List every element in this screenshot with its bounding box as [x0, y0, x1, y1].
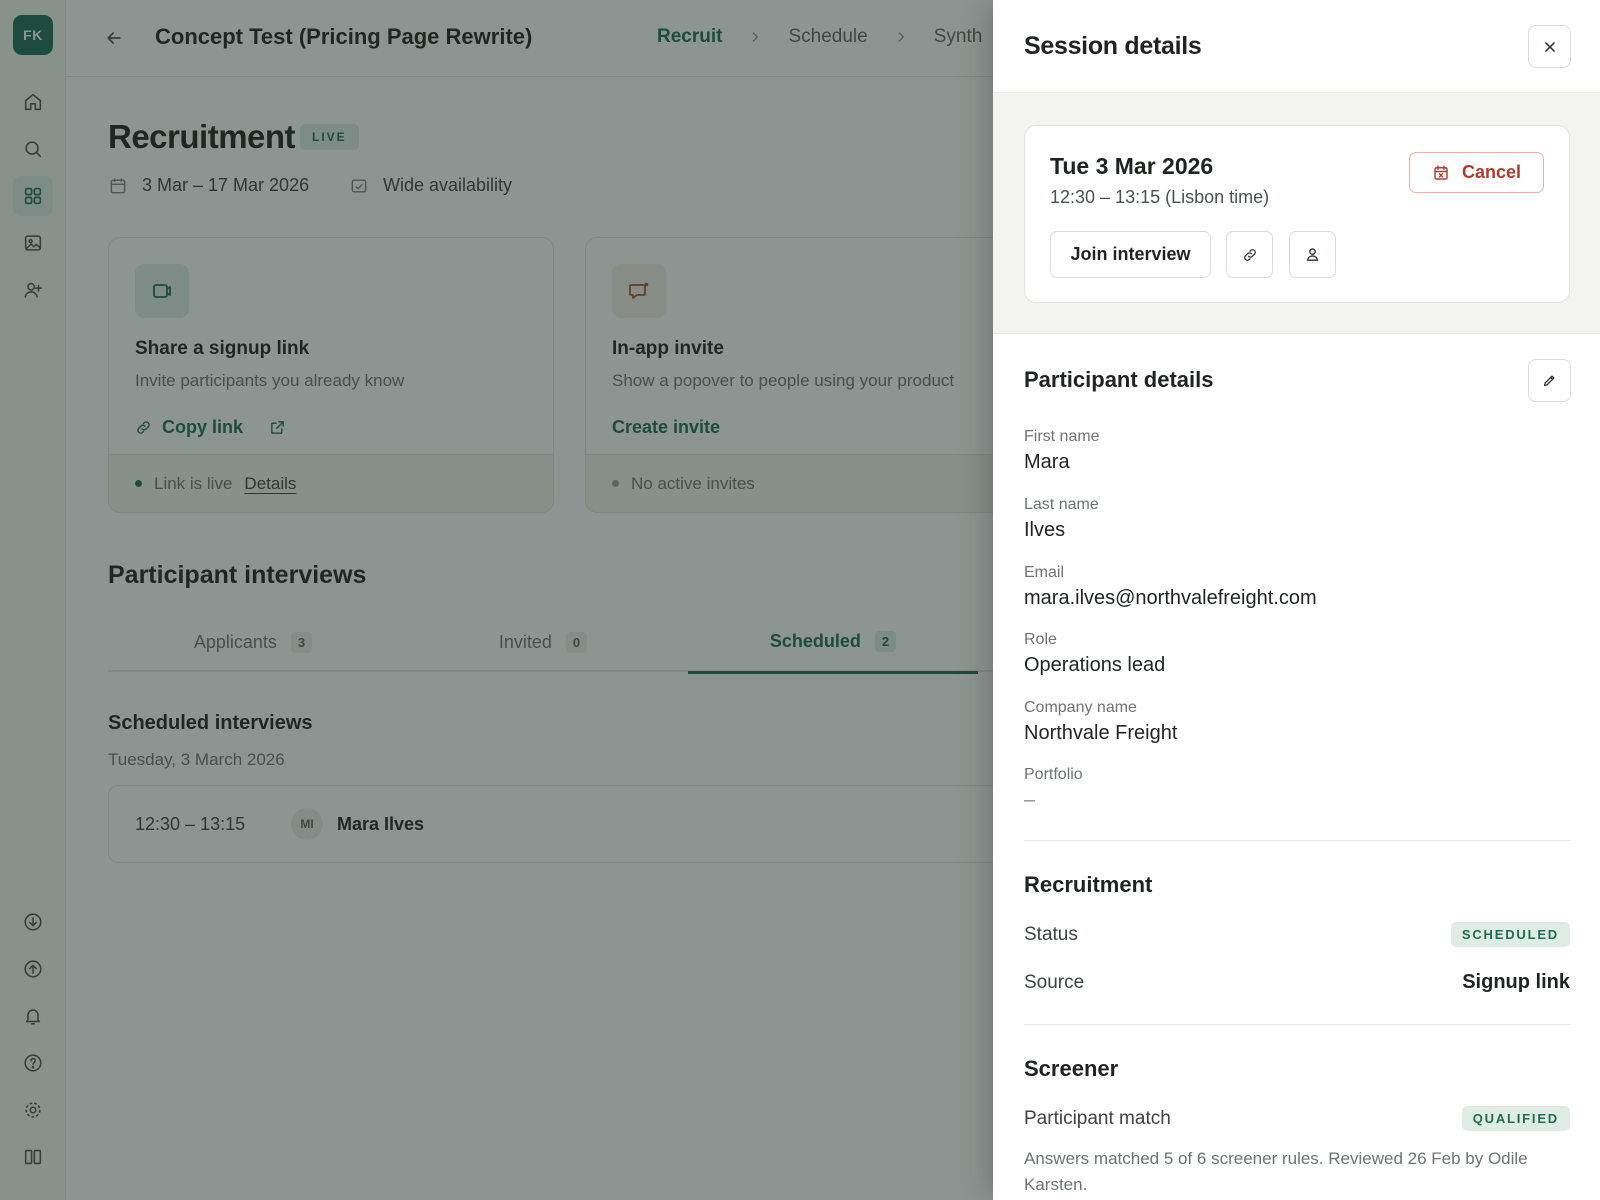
- cancel-label: Cancel: [1461, 162, 1521, 182]
- qualified-badge: QUALIFIED: [1461, 1106, 1570, 1131]
- divider: [1024, 840, 1570, 841]
- drawer-header: Session details: [993, 0, 1600, 92]
- session-details-drawer: Session details Tue 3 Mar 2026 12:30 – 1…: [993, 0, 1600, 1200]
- first-name-label: First name: [1024, 428, 1100, 445]
- source-label: Source: [1024, 972, 1085, 993]
- divider: [1024, 1024, 1570, 1025]
- email-value: mara.ilves@northvalefreight.com: [1024, 587, 1317, 609]
- role-label: Role: [1024, 631, 1057, 648]
- screener-note: Answers matched 5 of 6 screener rules. R…: [1024, 1149, 1528, 1194]
- source-value: Signup link: [1462, 971, 1570, 993]
- user-icon: [1304, 246, 1321, 263]
- join-interview-button[interactable]: Join interview: [1050, 231, 1211, 278]
- participant-match-label: Participant match: [1024, 1108, 1171, 1129]
- close-button[interactable]: [1528, 25, 1571, 68]
- email-label: Email: [1024, 564, 1065, 581]
- company-value: Northvale Freight: [1024, 722, 1178, 744]
- session-time: 12:30 – 13:15 (Lisbon time): [1050, 187, 1270, 207]
- link-icon: [1242, 247, 1258, 263]
- pencil-icon: [1542, 373, 1557, 388]
- close-icon: [1543, 40, 1557, 54]
- drawer-title: Session details: [1024, 32, 1202, 60]
- session-date: Tue 3 Mar 2026: [1050, 153, 1214, 179]
- company-label: Company name: [1024, 699, 1137, 716]
- view-participant-button[interactable]: [1289, 231, 1336, 278]
- edit-participant-button[interactable]: [1528, 359, 1571, 402]
- last-name-value: Ilves: [1024, 519, 1066, 541]
- role-value: Operations lead: [1024, 654, 1166, 676]
- last-name-label: Last name: [1024, 496, 1099, 513]
- session-band: Tue 3 Mar 2026 12:30 – 13:15 (Lisbon tim…: [993, 92, 1600, 334]
- session-card: Tue 3 Mar 2026 12:30 – 13:15 (Lisbon tim…: [1024, 125, 1570, 303]
- participant-details-title: Participant details: [1024, 367, 1214, 392]
- screener-section-title: Screener: [1024, 1056, 1119, 1081]
- portfolio-value: –: [1024, 789, 1036, 811]
- first-name-value: Mara: [1024, 451, 1070, 473]
- calendar-x-icon: [1432, 164, 1450, 182]
- status-label: Status: [1024, 924, 1078, 945]
- status-badge: SCHEDULED: [1450, 922, 1570, 947]
- copy-session-link-button[interactable]: [1226, 231, 1273, 278]
- portfolio-label: Portfolio: [1024, 766, 1083, 783]
- recruitment-section-title: Recruitment: [1024, 872, 1153, 897]
- cancel-session-button[interactable]: Cancel: [1408, 152, 1544, 193]
